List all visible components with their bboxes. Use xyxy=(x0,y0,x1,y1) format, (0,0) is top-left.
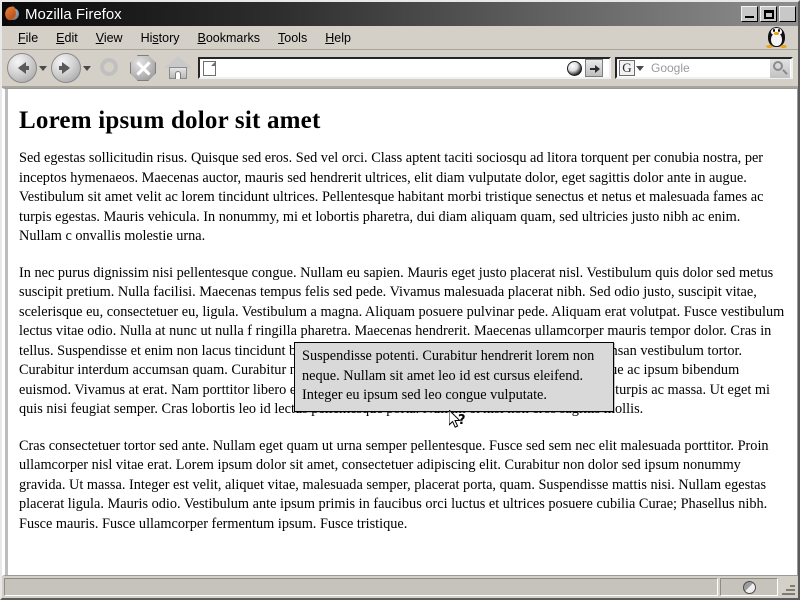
status-bar xyxy=(2,576,798,598)
page-title: Lorem ipsum dolor sit amet xyxy=(19,107,321,134)
page-document-icon xyxy=(203,60,216,76)
menu-item-help[interactable]: Help xyxy=(317,29,359,47)
menu-label-tools: ools xyxy=(284,30,308,45)
menu-label-history: tory xyxy=(158,30,180,45)
status-message xyxy=(4,578,718,596)
close-button[interactable] xyxy=(779,6,796,22)
search-input[interactable] xyxy=(647,60,770,76)
reload-button[interactable] xyxy=(96,54,122,80)
menu-item-history[interactable]: History xyxy=(133,29,188,47)
tooltip-text: Suspendisse potenti. Curabitur hendrerit… xyxy=(302,348,595,403)
forward-dropdown-icon[interactable] xyxy=(83,65,91,71)
feed-indicator-icon[interactable] xyxy=(567,60,582,76)
search-icon[interactable] xyxy=(770,58,790,78)
address-bar[interactable] xyxy=(198,57,611,79)
window-title: Mozilla Firefox xyxy=(25,5,122,23)
search-engine-dropdown-icon[interactable] xyxy=(636,65,644,71)
page-viewport: Lorem ipsum dolor sit amet Sed egestas s… xyxy=(2,88,798,576)
stop-button[interactable] xyxy=(130,55,156,81)
menu-label-view: iew xyxy=(103,30,123,45)
menu-item-view[interactable]: View xyxy=(88,29,131,47)
menu-label-help: elp xyxy=(334,30,351,45)
navigation-toolbar: G xyxy=(2,50,798,88)
minimize-button[interactable] xyxy=(741,6,758,22)
menu-item-bookmarks[interactable]: Bookmarks xyxy=(190,29,269,47)
paragraph-3: Cras consectetuer tortor sed ante. Nulla… xyxy=(19,437,769,532)
home-button[interactable] xyxy=(164,55,192,81)
search-engine-icon[interactable]: G xyxy=(619,60,635,76)
menu-item-tools[interactable]: Tools xyxy=(270,29,315,47)
page-content: Lorem ipsum dolor sit amet Sed egestas s… xyxy=(5,89,797,534)
paragraph-1: Sed egestas sollicitudin risus. Quisque … xyxy=(19,150,764,244)
tux-penguin-icon xyxy=(762,26,792,50)
menu-bar: File Edit View History Bookmarks Tools H… xyxy=(2,26,798,50)
go-button[interactable] xyxy=(585,59,603,77)
browser-window: Mozilla Firefox File Edit View History B… xyxy=(0,0,800,600)
forward-button[interactable] xyxy=(51,53,81,83)
back-button[interactable] xyxy=(7,53,37,83)
search-bar[interactable]: G xyxy=(615,57,793,79)
menu-label-bookmarks: ookmarks xyxy=(205,30,261,45)
menu-label-edit: dit xyxy=(64,30,78,45)
menu-item-file[interactable]: File xyxy=(10,29,46,47)
menu-item-edit[interactable]: Edit xyxy=(48,29,86,47)
firefox-icon xyxy=(3,5,21,22)
back-dropdown-icon[interactable] xyxy=(39,65,47,71)
url-input[interactable] xyxy=(216,60,567,76)
maximize-button[interactable] xyxy=(760,6,777,22)
security-indicator-icon[interactable] xyxy=(720,578,778,596)
resize-grip[interactable] xyxy=(780,578,796,596)
title-bar: Mozilla Firefox xyxy=(2,2,798,26)
menu-label-file: ile xyxy=(25,30,39,45)
tooltip-popup: Suspendisse potenti. Curabitur hendrerit… xyxy=(294,342,614,412)
